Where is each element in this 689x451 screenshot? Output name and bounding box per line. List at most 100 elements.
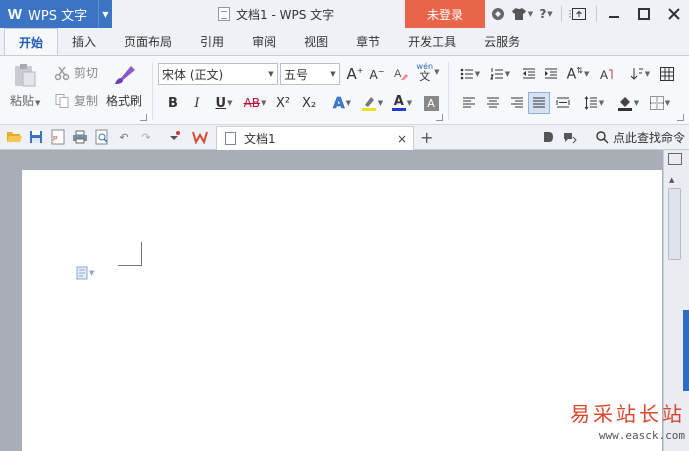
scissors-icon: [54, 66, 70, 80]
tab-home[interactable]: 开始: [4, 28, 59, 55]
decrease-indent-button[interactable]: [518, 63, 540, 85]
wps-logo-icon: W: [7, 5, 23, 23]
pinyin-guide-button[interactable]: wén 文 ▼: [414, 61, 442, 83]
change-case-icon: A⇅: [566, 65, 583, 83]
open-folder-icon[interactable]: [6, 129, 22, 145]
document-tab[interactable]: 文档1 ×: [216, 126, 414, 150]
underline-button[interactable]: U ▼: [210, 92, 238, 114]
sort-icon: [630, 68, 643, 80]
tab-developer[interactable]: 开发工具: [394, 28, 470, 55]
font-color-button[interactable]: A ▼: [388, 92, 416, 114]
redo-icon[interactable]: ↷: [138, 129, 154, 145]
document-page[interactable]: ▼: [22, 170, 662, 451]
help-icon: ?: [539, 7, 547, 21]
paste-button[interactable]: 粘贴▼: [10, 62, 40, 109]
align-left-button[interactable]: [458, 92, 480, 114]
sort-button[interactable]: ▼: [626, 63, 654, 85]
shirt-icon[interactable]: ▼: [510, 0, 534, 28]
justify-button[interactable]: [528, 92, 550, 114]
tab-insert[interactable]: 插入: [58, 28, 110, 55]
align-left-icon: [463, 97, 475, 108]
eraser-icon: A: [394, 68, 408, 80]
side-panel-toggle[interactable]: [683, 310, 689, 391]
tab-cloud-services[interactable]: 云服务: [470, 28, 534, 55]
clipboard-launcher-icon[interactable]: [140, 114, 147, 121]
divider: [152, 62, 153, 120]
scrollbar-thumb[interactable]: [668, 188, 681, 260]
borders-button[interactable]: ▼: [646, 92, 674, 114]
close-icon[interactable]: [659, 0, 689, 28]
scroll-up-icon[interactable]: ▲: [669, 176, 674, 184]
asian-layout-button[interactable]: A: [596, 63, 618, 85]
format-painter-button[interactable]: 格式刷: [106, 62, 142, 109]
wps-home-icon[interactable]: [192, 129, 208, 145]
shrink-font-button[interactable]: A−: [366, 63, 388, 85]
maximize-icon[interactable]: [629, 0, 659, 28]
print-preview-icon[interactable]: [94, 129, 110, 145]
restore-tabs-icon[interactable]: [564, 0, 594, 28]
tab-page-layout[interactable]: 页面布局: [110, 28, 186, 55]
command-search[interactable]: 点此查找命令: [596, 129, 685, 146]
save-icon[interactable]: [28, 129, 44, 145]
font-name-select[interactable]: 宋体 (正文) ▼: [158, 63, 278, 85]
align-center-button[interactable]: [482, 92, 504, 114]
close-tab-icon[interactable]: ×: [397, 132, 407, 146]
help-button[interactable]: ? ▼: [534, 0, 558, 28]
split-view-icon[interactable]: [668, 153, 682, 165]
grow-font-button[interactable]: A+: [344, 63, 366, 85]
copy-button[interactable]: 复制: [54, 92, 98, 109]
table-button[interactable]: [656, 63, 678, 85]
italic-button[interactable]: I: [186, 92, 208, 114]
skin-icon[interactable]: [486, 0, 510, 28]
highlight-button[interactable]: ▼: [358, 92, 386, 114]
line-spacing-button[interactable]: ▼: [580, 92, 608, 114]
tab-view[interactable]: 视图: [290, 28, 342, 55]
font-color-icon: A: [391, 95, 406, 111]
bold-button[interactable]: B: [162, 92, 184, 114]
clipboard-icon: [15, 64, 36, 87]
numbering-button[interactable]: ▼: [486, 63, 514, 85]
brush-icon: [115, 66, 135, 84]
subscript-button[interactable]: X₂: [298, 92, 320, 114]
tab-section[interactable]: 章节: [342, 28, 394, 55]
new-tab-icon[interactable]: +: [420, 128, 433, 147]
copy-label: 复制: [74, 94, 99, 108]
paragraph-icon: [76, 266, 88, 280]
svg-text:A: A: [600, 68, 608, 81]
clear-format-button[interactable]: A: [390, 63, 412, 85]
font-launcher-icon[interactable]: [436, 114, 443, 121]
superscript-button[interactable]: X²: [272, 92, 294, 114]
minimize-icon[interactable]: [599, 0, 629, 28]
paragraph-launcher-icon[interactable]: [677, 114, 684, 121]
app-menu-button[interactable]: W WPS 文字 ▼: [0, 0, 112, 28]
export-pdf-icon[interactable]: P: [50, 129, 66, 145]
document-tab-label: 文档1: [244, 132, 276, 146]
bullets-button[interactable]: ▼: [456, 63, 484, 85]
login-button[interactable]: 未登录: [405, 0, 485, 28]
undo-icon[interactable]: ↶: [116, 129, 132, 145]
align-right-button[interactable]: [506, 92, 528, 114]
share-icon[interactable]: [562, 129, 578, 145]
shading-button[interactable]: ▼: [614, 92, 642, 114]
print-icon[interactable]: [72, 129, 88, 145]
window-title-text: 文档1 - WPS 文字: [236, 7, 335, 22]
tab-references[interactable]: 引用: [186, 28, 238, 55]
change-case-button[interactable]: A⇅ ▼: [564, 63, 592, 85]
increase-indent-button[interactable]: [540, 63, 562, 85]
customize-qat-icon[interactable]: [166, 129, 182, 145]
cut-button[interactable]: 剪切: [54, 64, 98, 81]
font-name-value: 宋体 (正文): [162, 67, 224, 82]
doc-sync-icon[interactable]: [540, 129, 556, 145]
strikethrough-button[interactable]: AB ▼: [240, 92, 270, 114]
chevron-down-icon[interactable]: ▼: [98, 0, 112, 28]
app-name: WPS 文字: [28, 8, 88, 24]
document-icon: [225, 132, 236, 145]
char-shading-button[interactable]: A: [420, 92, 442, 114]
distribute-button[interactable]: [552, 92, 574, 114]
tab-review[interactable]: 审阅: [238, 28, 290, 55]
font-size-select[interactable]: 五号 ▼: [280, 63, 340, 85]
numbered-list-icon: [489, 68, 503, 80]
search-icon: [596, 131, 609, 144]
text-effect-button[interactable]: A ▼: [328, 92, 356, 114]
paragraph-layout-button[interactable]: ▼: [76, 266, 94, 280]
